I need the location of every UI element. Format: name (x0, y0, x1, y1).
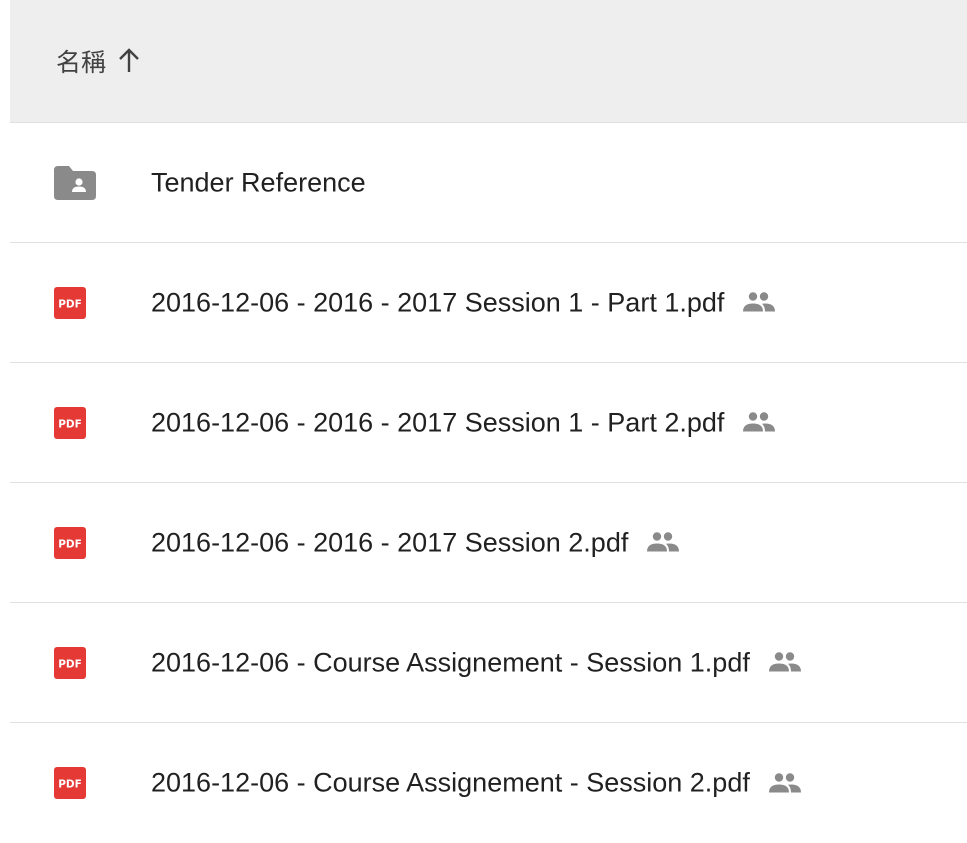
shared-people-icon (768, 652, 801, 672)
svg-text:PDF: PDF (58, 538, 82, 550)
column-name-label: 名稱 (56, 48, 107, 77)
file-row-pdf[interactable]: PDF 2016-12-06 - 2016 - 2017 Session 2.p… (10, 483, 967, 603)
shared-people-icon (743, 412, 776, 432)
file-name: 2016-12-06 - 2016 - 2017 Session 2.pdf (151, 527, 629, 557)
pdf-icon: PDF (54, 526, 86, 559)
shared-folder-icon (54, 165, 96, 200)
svg-text:PDF: PDF (58, 298, 82, 310)
svg-text:PDF: PDF (58, 418, 82, 430)
shared-people-icon (768, 772, 801, 792)
file-row-pdf[interactable]: PDF 2016-12-06 - Course Assignement - Se… (10, 723, 967, 843)
shared-people-icon (647, 532, 680, 552)
file-name: 2016-12-06 - Course Assignement - Sessio… (151, 767, 750, 798)
pdf-icon: PDF (54, 406, 86, 439)
pdf-icon: PDF (54, 767, 86, 799)
svg-text:PDF: PDF (58, 658, 82, 670)
list-header: 名稱 (10, 0, 967, 123)
file-row-folder[interactable]: Tender Reference (10, 123, 967, 243)
file-row-pdf[interactable]: PDF 2016-12-06 - 2016 - 2017 Session 1 -… (10, 363, 967, 483)
shared-people-icon (743, 292, 776, 312)
pdf-icon: PDF (54, 646, 86, 679)
svg-text:PDF: PDF (58, 779, 82, 791)
sort-by-name-button[interactable]: 名稱 (56, 43, 140, 79)
file-list: 名稱 Tender Reference PDF 2016-12-06 - 201… (0, 0, 967, 838)
pdf-icon: PDF (54, 286, 86, 319)
arrow-up-icon (119, 48, 139, 72)
file-name: 2016-12-06 - Course Assignement - Sessio… (151, 647, 750, 677)
file-row-pdf[interactable]: PDF 2016-12-06 - Course Assignement - Se… (10, 603, 967, 723)
file-row-pdf[interactable]: PDF 2016-12-06 - 2016 - 2017 Session 1 -… (10, 243, 967, 363)
file-name: Tender Reference (151, 167, 366, 197)
file-name: 2016-12-06 - 2016 - 2017 Session 1 - Par… (151, 287, 725, 317)
file-name: 2016-12-06 - 2016 - 2017 Session 1 - Par… (151, 407, 725, 437)
